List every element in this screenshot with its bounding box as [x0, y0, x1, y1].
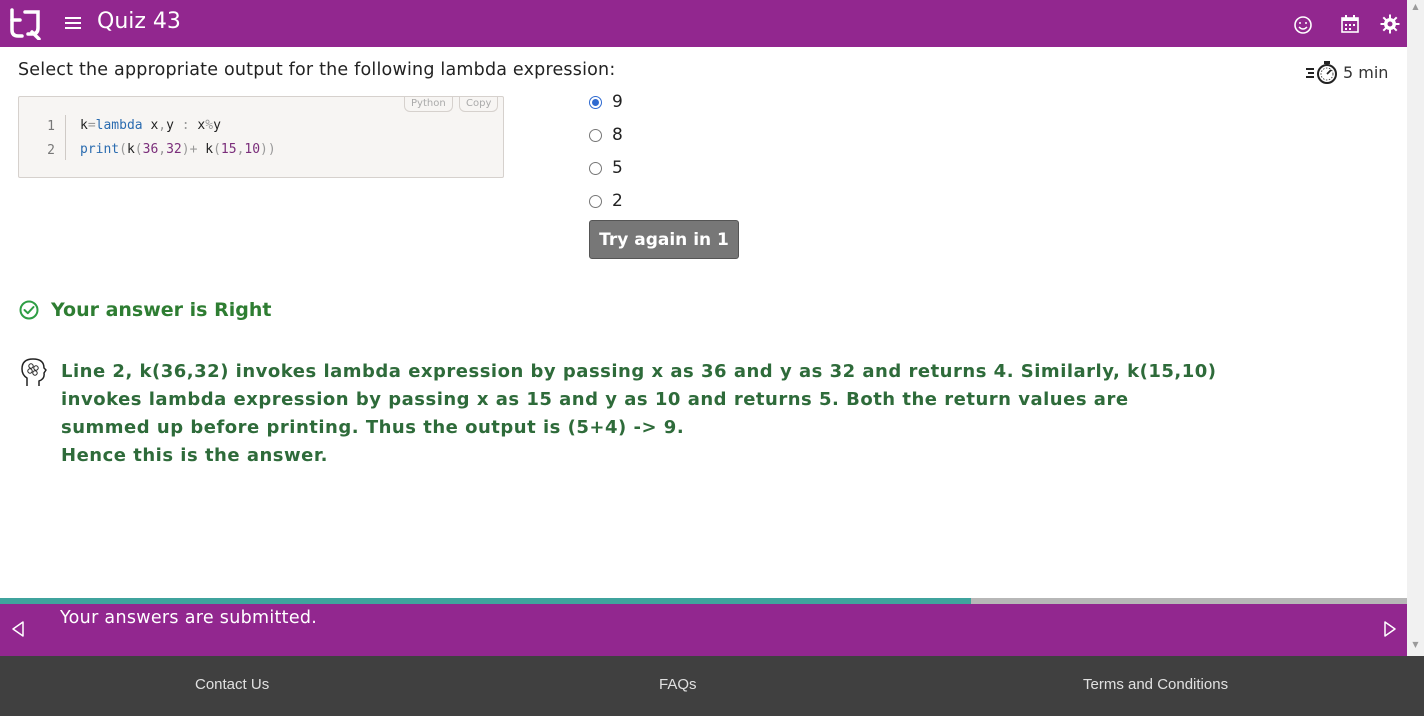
code-snippet: Python Copy 1 2 k=lambda x,y : x%y print… [18, 96, 504, 178]
timer: 5 min [1305, 59, 1388, 85]
logo-icon[interactable] [8, 6, 42, 40]
previous-arrow-icon[interactable] [10, 620, 26, 638]
line-number: 1 [47, 119, 55, 134]
line-number: 2 [47, 143, 55, 158]
question-text: Select the appropriate output for the fo… [18, 60, 616, 80]
option-radio[interactable] [589, 161, 602, 175]
scroll-up-icon[interactable]: ▲ [1411, 2, 1420, 11]
code-line-1: k=lambda x,y : x%y [80, 118, 221, 133]
option-radio[interactable] [589, 194, 602, 208]
option-5[interactable]: 5 [589, 158, 623, 178]
option-label: 2 [612, 191, 623, 211]
copy-button[interactable]: Copy [459, 97, 499, 112]
app-header: Quiz 43 [0, 0, 1407, 47]
site-footer: Contact Us FAQs Terms and Conditions [0, 656, 1424, 716]
scroll-down-icon[interactable]: ▼ [1411, 640, 1420, 649]
option-2[interactable]: 2 [589, 191, 623, 211]
next-arrow-icon[interactable] [1382, 620, 1398, 638]
option-radio[interactable] [589, 95, 602, 109]
try-again-button[interactable]: Try again in 1 [589, 220, 739, 259]
result-text: Your answer is Right [51, 299, 272, 321]
vertical-scrollbar[interactable]: ▲ ▼ [1407, 0, 1424, 656]
explanation: Line 2, k(36,32) invokes lambda expressi… [61, 358, 1221, 470]
line-gutter: 1 2 [19, 115, 66, 160]
status-bar: Your answers are submitted. [0, 604, 1407, 656]
settings-icon[interactable] [1380, 14, 1400, 34]
option-8[interactable]: 8 [589, 125, 623, 145]
option-9[interactable]: 9 [589, 92, 623, 112]
faqs-link[interactable]: FAQs [659, 676, 697, 693]
option-label: 8 [612, 125, 623, 145]
language-label: Python [404, 97, 453, 112]
contact-link[interactable]: Contact Us [195, 676, 269, 693]
smiley-icon[interactable] [1293, 15, 1313, 35]
stopwatch-icon [1306, 61, 1337, 84]
option-label: 9 [612, 92, 623, 112]
status-message: Your answers are submitted. [60, 608, 318, 628]
option-label: 5 [612, 158, 623, 178]
explanation-conclusion: Hence this is the answer. [61, 445, 329, 466]
option-radio[interactable] [589, 128, 602, 142]
result-banner: Your answer is Right [19, 299, 271, 321]
page-title: Quiz 43 [97, 9, 181, 34]
terms-link[interactable]: Terms and Conditions [1083, 676, 1228, 693]
explanation-text: Line 2, k(36,32) invokes lambda expressi… [61, 361, 1217, 438]
calendar-icon[interactable] [1340, 14, 1360, 34]
brain-head-icon [21, 358, 47, 386]
check-circle-icon [19, 300, 39, 320]
code-line-2: print(k(36,32)+ k(15,10)) [80, 142, 276, 157]
timer-text: 5 min [1343, 62, 1389, 82]
menu-icon[interactable] [64, 14, 82, 32]
